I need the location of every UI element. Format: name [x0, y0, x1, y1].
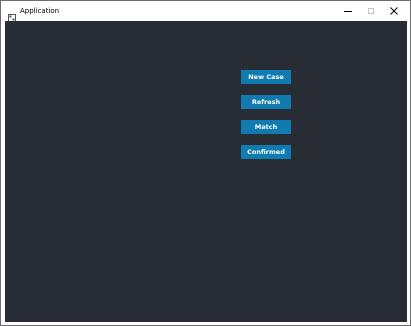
minimize-button[interactable]	[337, 1, 359, 21]
close-button[interactable]	[383, 1, 405, 21]
application-window: Application New Case Refresh Match Confi…	[0, 0, 411, 326]
refresh-button[interactable]: Refresh	[241, 95, 291, 109]
maximize-icon	[368, 8, 374, 14]
match-button[interactable]: Match	[241, 120, 291, 134]
application-icon	[8, 7, 16, 22]
window-title: Application	[20, 7, 60, 15]
title-bar[interactable]: Application	[1, 1, 410, 22]
close-icon	[390, 7, 398, 15]
maximize-button[interactable]	[360, 1, 382, 21]
client-area: New Case Refresh Match Confirmed	[5, 21, 407, 322]
confirmed-button[interactable]: Confirmed	[241, 145, 291, 159]
minimize-icon	[344, 10, 352, 12]
new-case-button[interactable]: New Case	[241, 70, 291, 84]
